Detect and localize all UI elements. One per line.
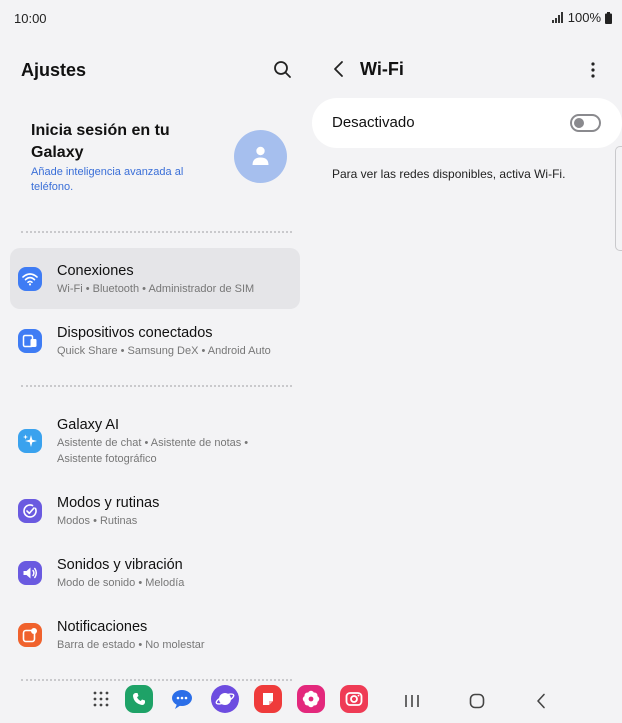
item-title: Dispositivos conectados xyxy=(57,325,213,341)
item-icon-bg xyxy=(18,267,42,291)
item-title: Sonidos y vibración xyxy=(57,557,183,573)
chat-bubble-icon xyxy=(172,690,192,709)
app-drawer-button[interactable] xyxy=(92,690,110,708)
settings-pane: Ajustes Inicia sesión en tu Galaxy Añade… xyxy=(0,36,310,686)
status-indicators: 100% xyxy=(551,10,612,25)
account-signin-card[interactable]: Inicia sesión en tu Galaxy Añade intelig… xyxy=(12,108,300,218)
grid-icon xyxy=(93,691,109,707)
item-subtitle: Modo de sonido • Melodía xyxy=(57,577,185,589)
edge-panel-handle[interactable] xyxy=(615,146,622,251)
wifi-pane: Wi-Fi Desactivado Para ver las redes dis… xyxy=(312,36,622,686)
item-title: Conexiones xyxy=(57,263,134,279)
item-title: Notificaciones xyxy=(57,619,148,635)
item-title: Galaxy AI xyxy=(57,417,120,433)
dock-app-gallery[interactable] xyxy=(297,685,325,713)
divider xyxy=(21,231,292,233)
item-icon-bg xyxy=(18,623,42,647)
navigation-bar xyxy=(0,680,622,723)
check-circle-icon xyxy=(23,504,37,518)
battery-icon xyxy=(605,11,612,24)
item-subtitle: Wi-Fi • Bluetooth • Administrador de SIM xyxy=(57,283,255,295)
item-subtitle: Modos • Rutinas xyxy=(57,515,138,527)
recent-apps-button[interactable] xyxy=(401,690,423,712)
item-subtitle: Barra de estado • No molestar xyxy=(57,639,205,651)
planet-icon xyxy=(215,693,235,705)
item-icon-bg xyxy=(18,429,42,453)
speaker-icon xyxy=(23,567,38,579)
settings-item-notificaciones[interactable]: Notificaciones Barra de estado • No mole… xyxy=(10,604,300,665)
item-title: Modos y rutinas xyxy=(57,495,160,511)
settings-item-galaxy-ai[interactable]: Galaxy AI Asistente de chat • Asistente … xyxy=(10,406,300,474)
wifi-status-label: Desactivado xyxy=(332,114,415,131)
item-subtitle: Asistente de chat • Asistente de notas •… xyxy=(57,437,249,465)
home-icon xyxy=(469,693,485,709)
settings-item-sonidos[interactable]: Sonidos y vibración Modo de sonido • Mel… xyxy=(10,542,300,603)
notification-icon xyxy=(22,628,37,643)
settings-item-dispositivos[interactable]: Dispositivos conectados Quick Share • Sa… xyxy=(10,310,300,371)
toggle-knob xyxy=(574,118,584,128)
person-icon xyxy=(252,146,269,165)
status-time: 10:00 xyxy=(14,11,47,26)
signin-subtitle: Añade inteligencia avanzada al teléfono. xyxy=(31,166,184,193)
wifi-toggle-row[interactable]: Desactivado xyxy=(312,98,622,148)
devices-icon xyxy=(22,334,37,348)
divider xyxy=(21,385,292,387)
home-button[interactable] xyxy=(466,690,488,712)
settings-item-modos[interactable]: Modos y rutinas Modos • Rutinas xyxy=(10,480,300,541)
dock-app-camera[interactable] xyxy=(340,685,368,713)
wifi-toggle[interactable] xyxy=(570,114,601,132)
chevron-left-icon xyxy=(334,61,343,77)
dock-app-notes[interactable] xyxy=(254,685,282,713)
recents-icon xyxy=(405,695,419,707)
search-button[interactable] xyxy=(270,57,296,83)
battery-level: 100% xyxy=(567,10,601,25)
dock-app-messages[interactable] xyxy=(168,685,196,713)
sparkle-icon xyxy=(23,434,37,447)
wifi-icon xyxy=(22,273,38,286)
wifi-hint-text: Para ver las redes disponibles, activa W… xyxy=(332,167,566,181)
more-options-button[interactable] xyxy=(582,58,604,82)
item-subtitle: Quick Share • Samsung DeX • Android Auto xyxy=(57,345,271,357)
page-title: Ajustes xyxy=(21,60,87,80)
back-button[interactable] xyxy=(328,57,350,81)
note-icon xyxy=(263,693,273,705)
settings-item-conexiones[interactable]: Conexiones Wi-Fi • Bluetooth • Administr… xyxy=(10,248,300,309)
signin-title: Inicia sesión en tu Galaxy xyxy=(31,122,170,161)
item-icon-bg xyxy=(18,561,42,585)
item-icon-bg xyxy=(18,499,42,523)
back-icon xyxy=(537,693,545,709)
more-vertical-icon xyxy=(591,62,595,78)
avatar[interactable] xyxy=(234,130,287,183)
dock-app-phone[interactable] xyxy=(125,685,153,713)
item-icon-bg xyxy=(18,329,42,353)
flower-icon xyxy=(302,690,320,708)
status-bar: 10:00 100% xyxy=(0,0,622,36)
search-icon xyxy=(274,61,291,78)
phone-icon xyxy=(133,693,145,705)
nav-back-button[interactable] xyxy=(530,690,552,712)
signal-icon xyxy=(551,12,563,23)
dock-app-internet[interactable] xyxy=(211,685,239,713)
wifi-title: Wi-Fi xyxy=(360,59,404,79)
camera-icon xyxy=(345,692,363,706)
